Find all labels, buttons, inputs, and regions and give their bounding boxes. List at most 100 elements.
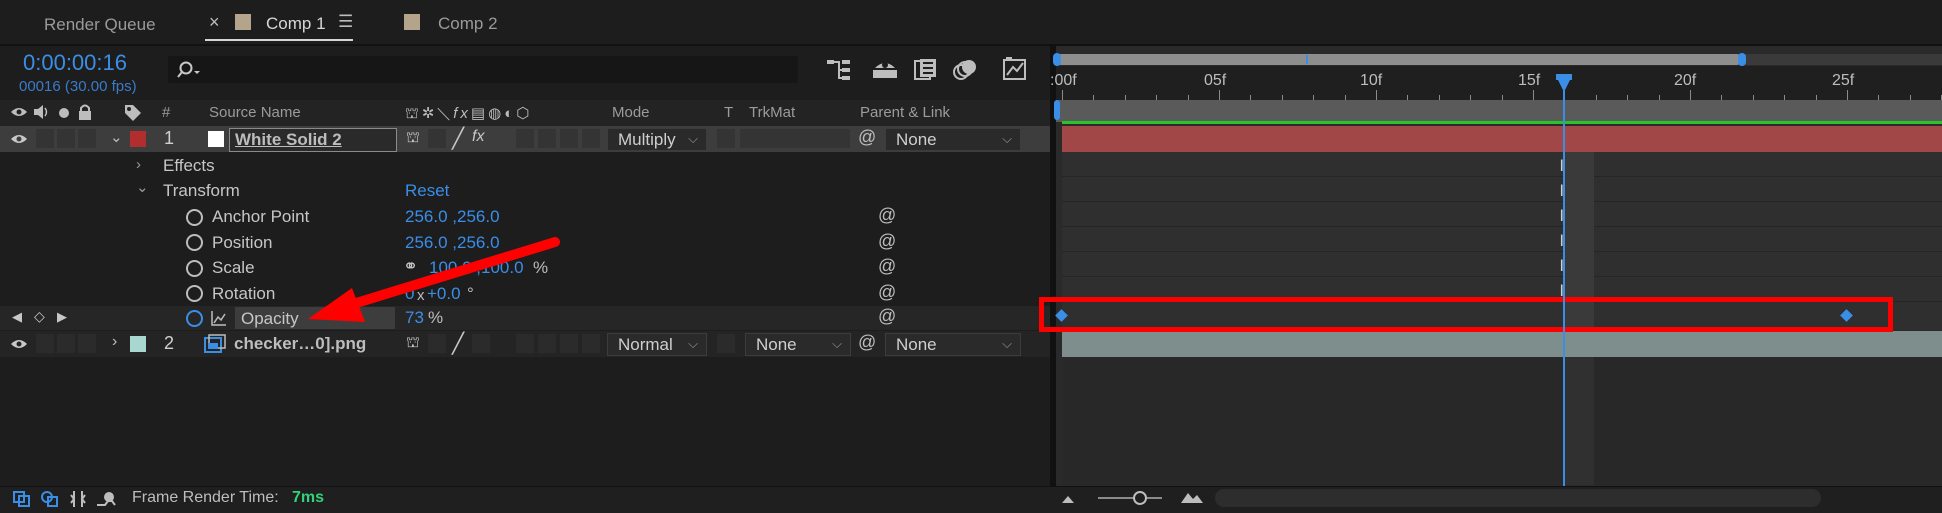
stopwatch-icon[interactable]: [186, 260, 203, 277]
layer-1-duration-bar[interactable]: [1062, 126, 1942, 152]
zoom-in-icon[interactable]: [1180, 490, 1204, 504]
pick-whip-icon[interactable]: @: [858, 332, 876, 353]
panel-menu-icon[interactable]: ☰: [338, 12, 353, 32]
stopwatch-icon[interactable]: [186, 234, 203, 251]
quality-switch-icon[interactable]: ╱: [452, 126, 464, 151]
preserve-transparency[interactable]: [717, 129, 735, 148]
navigator-start-handle[interactable]: [1053, 53, 1061, 66]
audio-toggle[interactable]: [36, 129, 54, 148]
fx-switch[interactable]: [472, 334, 490, 353]
chevron-down-icon[interactable]: ⌄: [110, 128, 123, 146]
mode-value: Multiply: [618, 130, 676, 149]
timeline-effects-row: [1062, 152, 1942, 177]
property-position: Position: [212, 233, 273, 252]
eye-icon[interactable]: [10, 338, 28, 350]
solo-toggle[interactable]: [57, 334, 75, 353]
collapse-switch[interactable]: [428, 334, 446, 353]
transform-group[interactable]: Transform: [163, 181, 240, 201]
label-color-swatch[interactable]: [130, 336, 146, 352]
shy-switch-icon[interactable]: ⛫: [406, 129, 420, 148]
time-ruler[interactable]: [1056, 66, 1942, 100]
chevron-down-icon[interactable]: ⌄: [136, 178, 149, 196]
previous-keyframe-icon[interactable]: ◀: [12, 309, 22, 325]
layer-row-2[interactable]: › 2 checker…0].png ⛫ ╱ Normal ⌵ None ⌵ @ N…: [0, 331, 1056, 357]
pick-whip-icon[interactable]: @: [878, 231, 896, 252]
quality-switch-icon[interactable]: ╱: [452, 331, 464, 356]
search-input[interactable]: [168, 56, 798, 83]
pick-whip-icon[interactable]: @: [878, 256, 896, 277]
adjustment-switch[interactable]: [560, 129, 578, 148]
time-navigator-bar[interactable]: [1056, 54, 1742, 65]
audio-header-icon[interactable]: [33, 104, 51, 120]
graph-icon[interactable]: [211, 310, 227, 326]
layer-name-field[interactable]: White Solid 2: [229, 128, 397, 152]
label-color-swatch[interactable]: [130, 131, 146, 147]
layer-row-1[interactable]: ⌄ 1 White Solid 2 ⛫ ╱ fx Multiply ⌵ @ Non…: [0, 126, 1056, 152]
zoom-out-icon[interactable]: [1060, 492, 1076, 504]
layer-switches-toggle-icon[interactable]: [13, 491, 31, 507]
anchor-point-value[interactable]: 256.0 ,256.0: [405, 207, 500, 227]
shy-switch-icon[interactable]: ⛫: [406, 334, 420, 353]
layer-name[interactable]: checker…0].png: [234, 334, 366, 354]
preserve-transparency[interactable]: [717, 334, 735, 353]
ruler-label: 05f: [1204, 72, 1227, 89]
frame-blend-switch[interactable]: [516, 129, 534, 148]
audio-toggle[interactable]: [36, 334, 54, 353]
stopwatch-active-icon[interactable]: [186, 310, 203, 327]
work-area-start-handle[interactable]: [1054, 100, 1060, 120]
stopwatch-icon[interactable]: [186, 285, 203, 302]
motion-blur-switch[interactable]: [538, 334, 556, 353]
current-timecode[interactable]: 0:00:00:16: [23, 50, 127, 76]
fx-switch-icon[interactable]: fx: [472, 128, 484, 146]
next-keyframe-icon[interactable]: ▶: [57, 309, 67, 325]
transfer-controls-toggle-icon[interactable]: [41, 491, 59, 507]
lock-toggle[interactable]: [78, 129, 96, 148]
render-time-toggle-icon[interactable]: [96, 491, 118, 507]
label-header-icon[interactable]: [124, 104, 142, 122]
3d-switch[interactable]: [582, 334, 600, 353]
in-out-toggle-icon[interactable]: [70, 490, 86, 508]
graph-editor-icon[interactable]: [1002, 56, 1028, 82]
zoom-slider-track[interactable]: [1098, 497, 1162, 499]
pick-whip-icon[interactable]: @: [878, 282, 896, 303]
frame-blend-switch[interactable]: [516, 334, 534, 353]
lock-toggle[interactable]: [78, 334, 96, 353]
3d-switch[interactable]: [582, 129, 600, 148]
collapse-switch[interactable]: [428, 129, 446, 148]
solo-toggle[interactable]: [57, 129, 75, 148]
pick-whip-icon[interactable]: @: [858, 127, 876, 148]
horizontal-scrollbar[interactable]: [1215, 489, 1821, 507]
zoom-slider-handle[interactable]: [1133, 491, 1147, 505]
lock-header-icon[interactable]: [78, 104, 92, 120]
mode-dropdown[interactable]: Normal ⌵: [607, 333, 707, 356]
add-keyframe-icon[interactable]: ◇: [34, 308, 45, 325]
stopwatch-icon[interactable]: [186, 209, 203, 226]
transform-reset[interactable]: Reset: [405, 181, 449, 201]
mode-dropdown[interactable]: Multiply ⌵: [607, 128, 707, 151]
parent-dropdown[interactable]: None ⌵: [885, 333, 1021, 356]
motion-blur-switch[interactable]: [538, 129, 556, 148]
column-source-name[interactable]: Source Name: [209, 104, 301, 121]
pick-whip-icon[interactable]: @: [878, 205, 896, 226]
frame-blending-icon[interactable]: [914, 58, 938, 82]
effects-group[interactable]: Effects: [163, 156, 215, 176]
shy-layers-icon[interactable]: [871, 58, 899, 82]
work-area-bar[interactable]: [1056, 100, 1942, 122]
pick-whip-icon[interactable]: @: [878, 306, 896, 327]
layer-2-duration-bar[interactable]: [1062, 331, 1942, 357]
chevron-right-icon[interactable]: ›: [136, 156, 141, 173]
parent-dropdown[interactable]: None ⌵: [885, 128, 1021, 151]
composition-flowchart-icon[interactable]: [826, 58, 852, 82]
motion-blur-icon[interactable]: [952, 58, 978, 82]
chevron-right-icon[interactable]: ›: [112, 333, 117, 351]
video-toggle-header-icon[interactable]: [10, 106, 28, 118]
timeline-transform-row: [1062, 177, 1942, 202]
eye-icon[interactable]: [10, 133, 28, 145]
adjustment-switch[interactable]: [560, 334, 578, 353]
timeline-anchor-row: [1062, 202, 1942, 227]
trkmat-dropdown[interactable]: None ⌵: [745, 333, 851, 356]
navigator-end-handle[interactable]: [1738, 53, 1746, 66]
solo-header-icon[interactable]: [59, 108, 69, 118]
close-icon[interactable]: ×: [209, 12, 220, 33]
ruler-tick: [1219, 90, 1220, 100]
